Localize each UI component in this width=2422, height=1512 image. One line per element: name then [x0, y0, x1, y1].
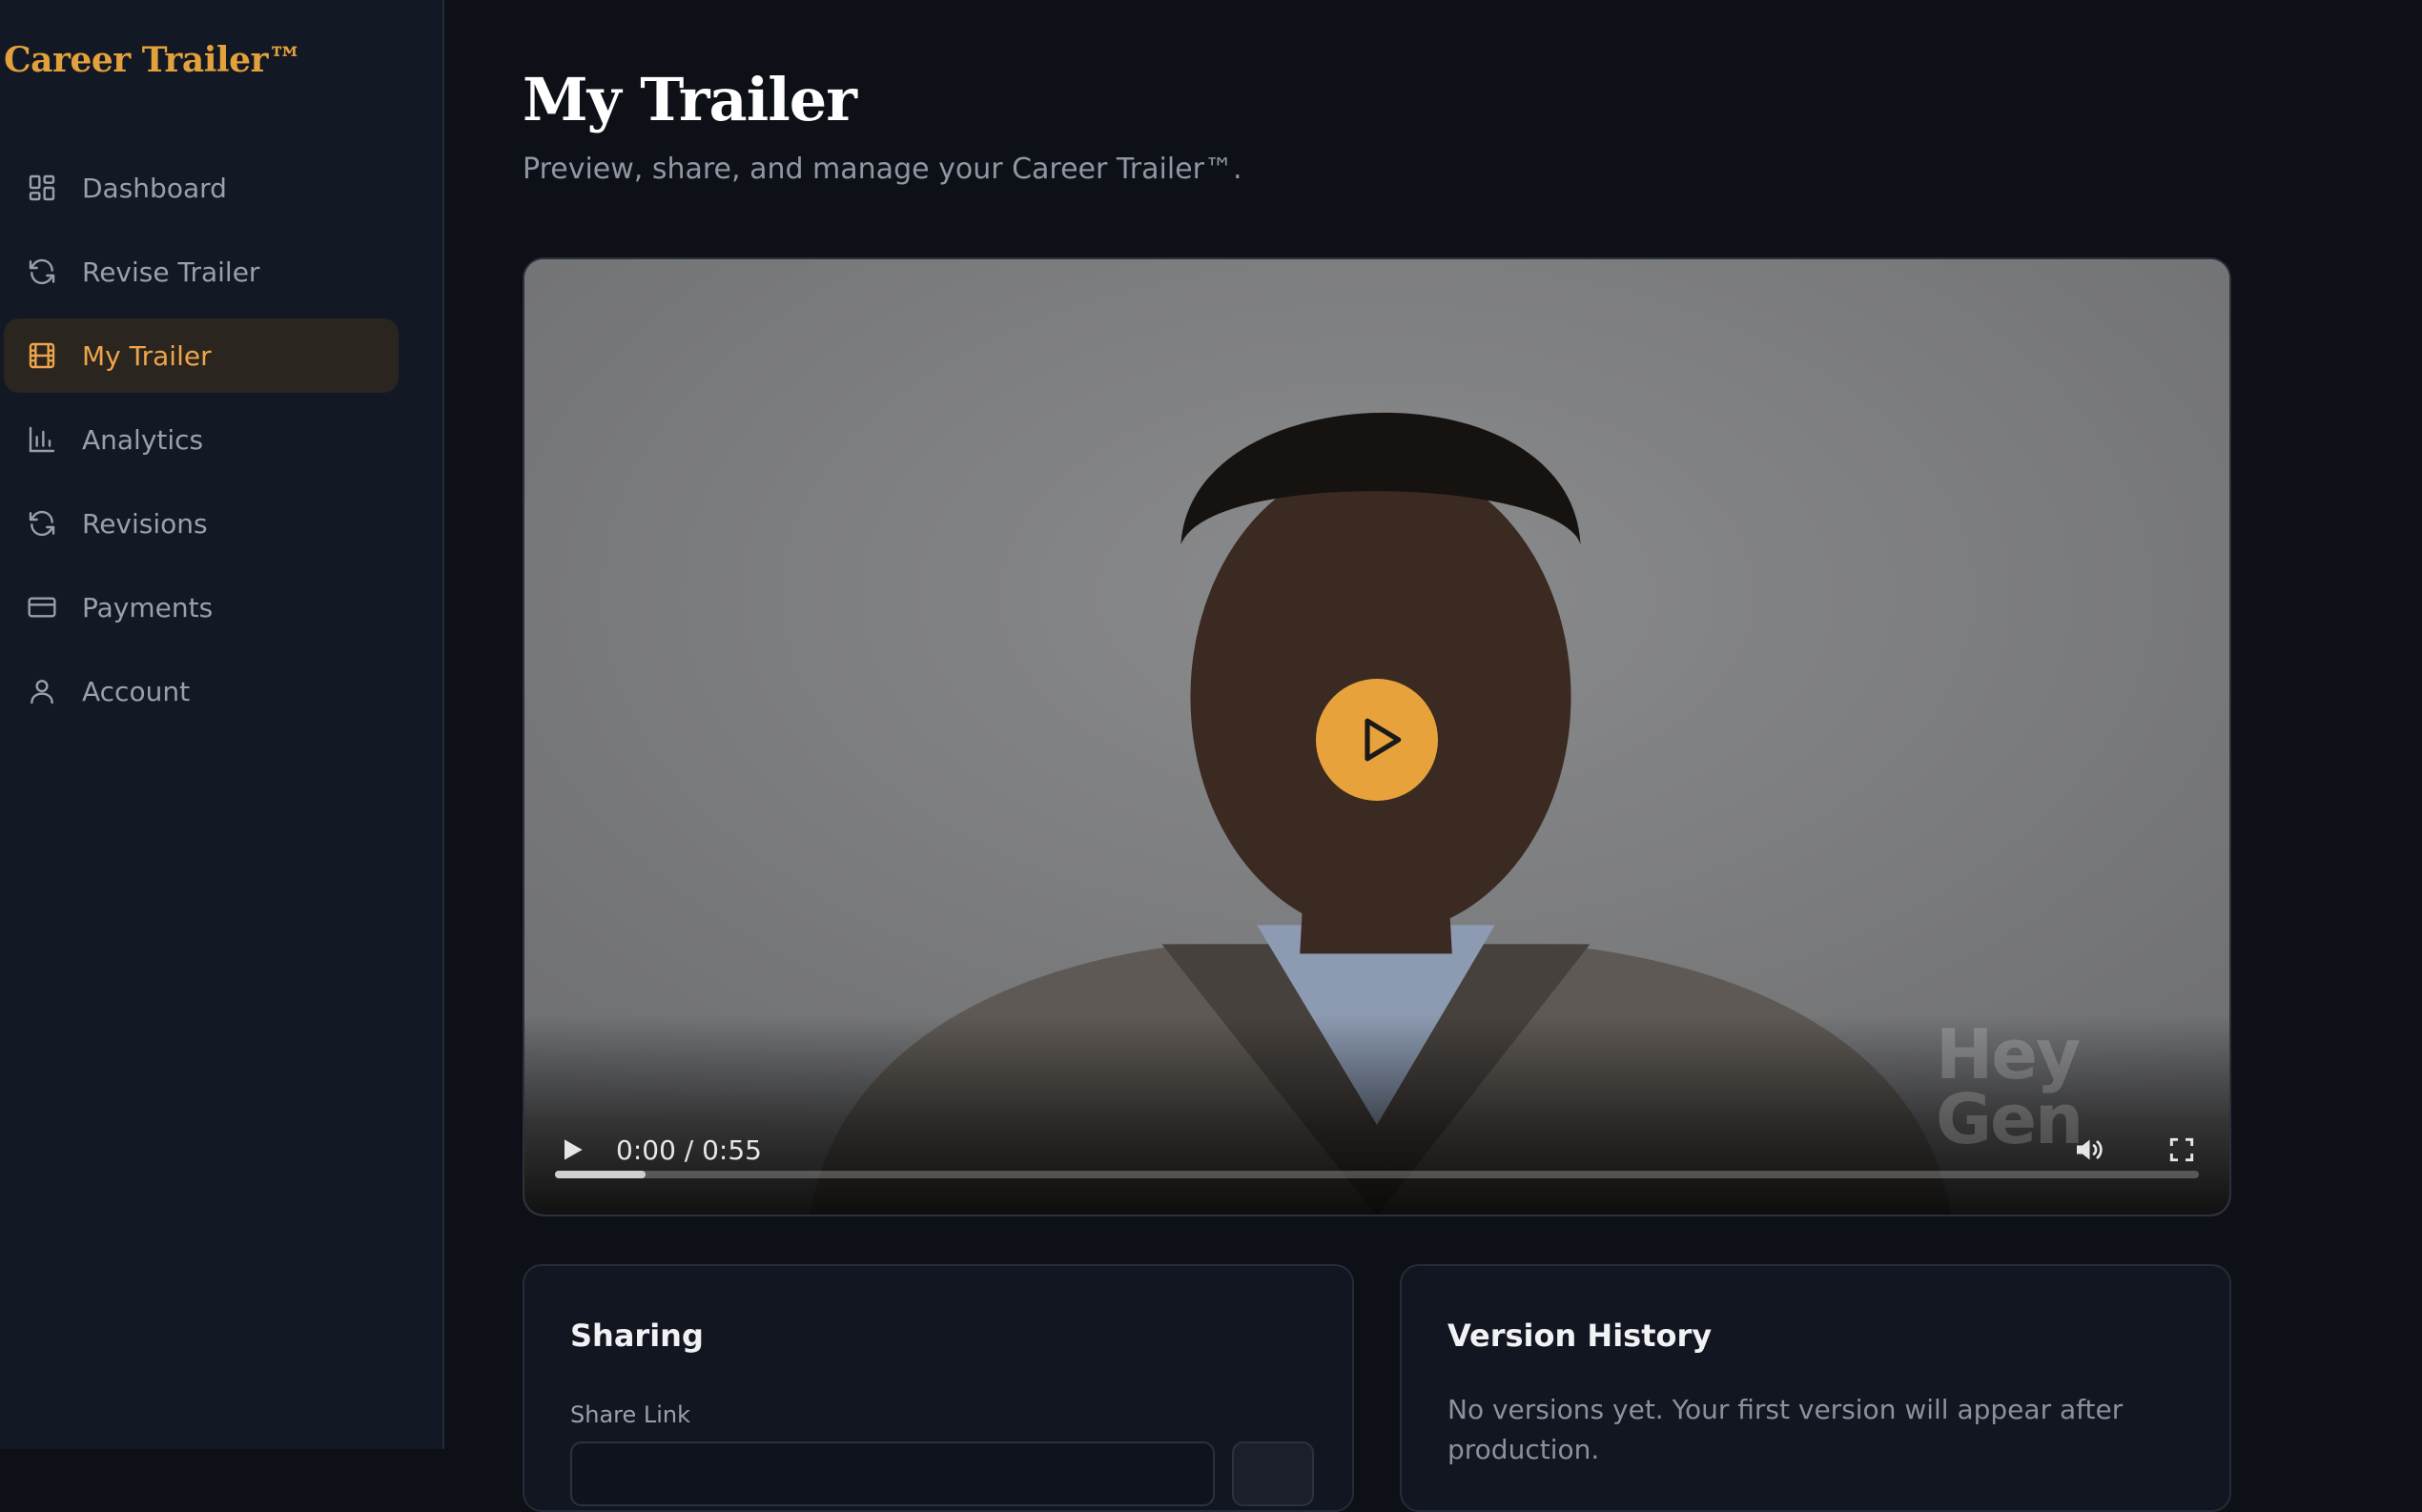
sidebar-item-label: My Trailer [82, 339, 212, 372]
version-history-card: Version History No versions yet. Your fi… [1400, 1264, 2231, 1512]
video-time-display: 0:00 / 0:55 [616, 1134, 762, 1166]
sharing-title: Sharing [570, 1318, 704, 1354]
play-icon [1365, 718, 1402, 762]
sidebar-item-revise-trailer[interactable]: Revise Trailer [4, 235, 399, 309]
sidebar-item-label: Payments [82, 591, 214, 623]
page-subtitle: Preview, share, and manage your Career T… [523, 153, 1242, 186]
video-progress-fill [555, 1171, 646, 1178]
refresh-icon [29, 258, 55, 285]
user-icon [31, 680, 53, 705]
sidebar-nav: Dashboard Revise Trailer My Trailer Anal… [4, 151, 399, 738]
copy-link-button[interactable] [1232, 1441, 1314, 1506]
sidebar-item-label: Account [82, 675, 191, 707]
bar-chart-icon [29, 426, 55, 453]
video-player[interactable]: Hey Gen 0:00 / 0:55 [523, 257, 2231, 1216]
sidebar-item-dashboard[interactable]: Dashboard [4, 151, 399, 225]
video-progress-bar[interactable] [555, 1171, 2199, 1178]
page-title: My Trailer [523, 65, 857, 134]
credit-card-icon [28, 597, 56, 618]
sidebar-item-analytics[interactable]: Analytics [4, 402, 399, 477]
sidebar-item-label: Analytics [82, 423, 204, 456]
sidebar-item-account[interactable]: Account [4, 654, 399, 728]
refresh-icon [29, 510, 55, 537]
sidebar-item-revisions[interactable]: Revisions [4, 486, 399, 561]
brand-logo[interactable]: Career Trailer™ [4, 40, 302, 80]
play-icon[interactable] [557, 1134, 587, 1165]
sidebar-item-label: Revise Trailer [82, 255, 260, 288]
share-link-input[interactable] [570, 1441, 1215, 1506]
share-link-label: Share Link [570, 1401, 691, 1428]
sidebar-item-my-trailer[interactable]: My Trailer [4, 318, 399, 393]
sidebar-item-label: Dashboard [82, 172, 227, 204]
dashboard-icon [29, 174, 55, 201]
version-history-title: Version History [1447, 1318, 1713, 1354]
video-controls: 0:00 / 0:55 [524, 1100, 2229, 1215]
volume-icon[interactable] [2071, 1133, 2105, 1167]
film-icon [29, 342, 55, 369]
sidebar-item-label: Revisions [82, 507, 208, 540]
version-history-empty-text: No versions yet. Your first version will… [1447, 1394, 2124, 1465]
play-overlay-button[interactable] [1316, 679, 1438, 801]
fullscreen-icon[interactable] [2166, 1134, 2197, 1165]
sharing-card: Sharing Share Link [523, 1264, 1354, 1512]
sidebar-item-payments[interactable]: Payments [4, 570, 399, 644]
sidebar: Career Trailer™ Dashboard Revise Trailer… [0, 0, 444, 1449]
